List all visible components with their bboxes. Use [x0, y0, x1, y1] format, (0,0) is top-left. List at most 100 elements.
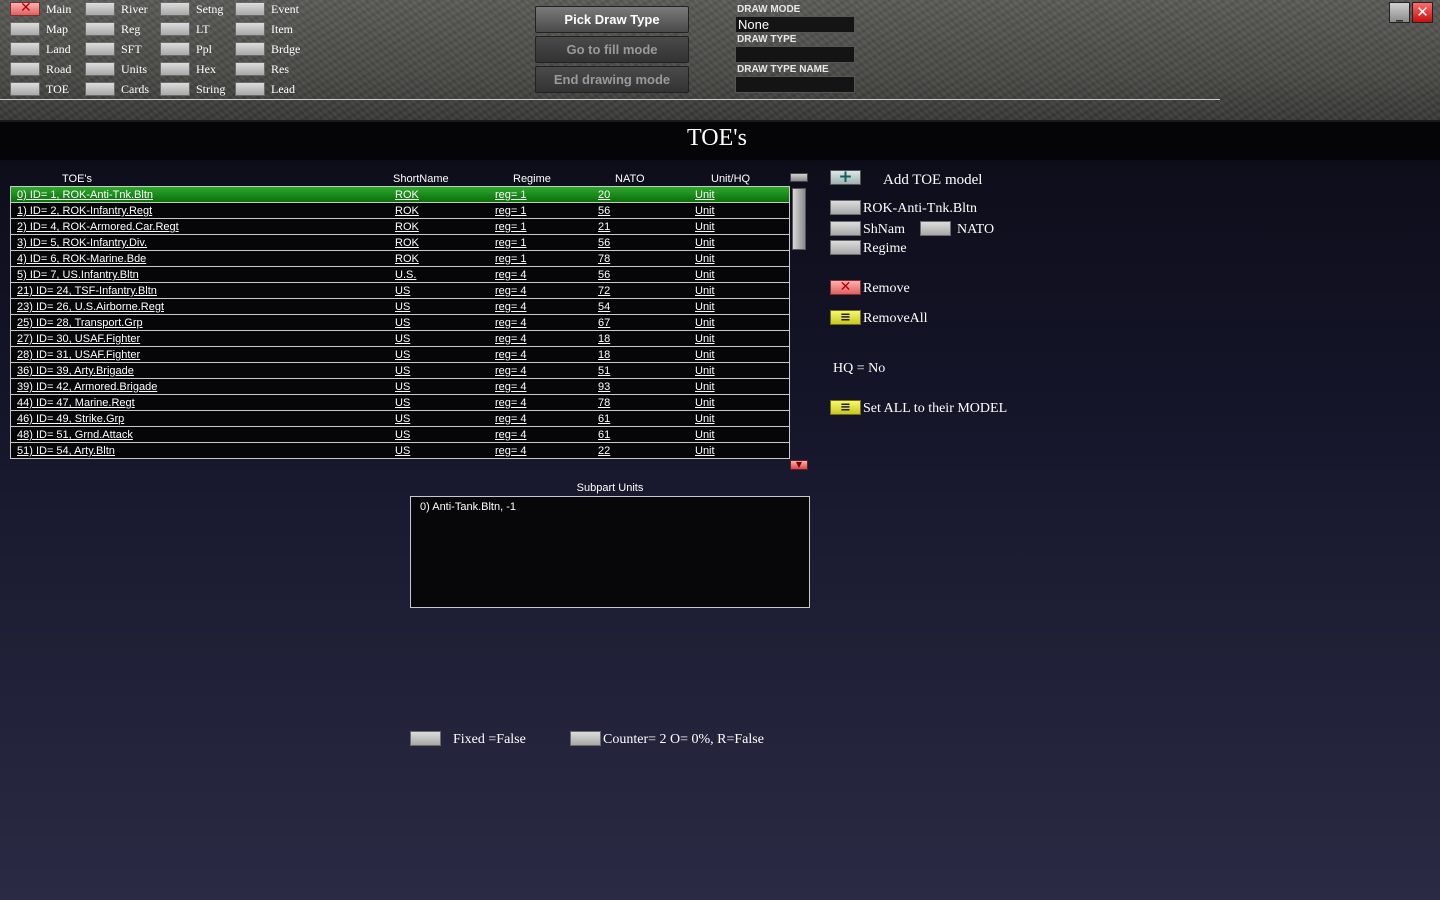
- close-icon: ✕: [839, 279, 852, 295]
- nato-cell: 61: [598, 429, 611, 441]
- col-header-regime: Regime: [513, 173, 551, 185]
- minimize-button[interactable]: _: [1389, 2, 1410, 23]
- nav-toggle-item[interactable]: [235, 22, 265, 36]
- go-to-fill-mode-button[interactable]: Go to fill mode: [535, 36, 689, 63]
- table-row[interactable]: 27) ID= 30, USAF.Fighter US reg= 4 18 Unit: [11, 331, 789, 347]
- toe-name-cell: 25) ID= 28, Transport.Grp: [17, 317, 143, 329]
- table-row[interactable]: 46) ID= 49, Strike.Grp US reg= 4 61 Unit: [11, 411, 789, 427]
- regime-cell: reg= 1: [495, 189, 527, 201]
- shortname-cell: US: [395, 317, 411, 329]
- toe-name-cell: 36) ID= 39, Arty.Brigade: [17, 365, 134, 377]
- nav-toggle-units[interactable]: [85, 62, 115, 76]
- table-row[interactable]: 51) ID= 54, Arty.Bltn US reg= 4 22 Unit: [11, 443, 789, 458]
- scroll-up-button[interactable]: [790, 173, 808, 182]
- scrollbar-thumb[interactable]: [792, 188, 806, 250]
- unit-hq-cell: Unit: [695, 205, 715, 217]
- nav-toggle-river[interactable]: [85, 2, 115, 16]
- unit-hq-cell: Unit: [695, 333, 715, 345]
- edit-regime-button[interactable]: [830, 240, 861, 255]
- nav-toggle-toe[interactable]: [10, 82, 40, 96]
- fixed-toggle-button[interactable]: [410, 731, 441, 746]
- nav-toggle-ppl[interactable]: [160, 42, 190, 56]
- nav-label: Reg: [121, 22, 141, 36]
- table-row[interactable]: 44) ID= 47, Marine.Regt US reg= 4 78 Unit: [11, 395, 789, 411]
- regime-cell: reg= 4: [495, 381, 527, 393]
- regime-cell: reg= 1: [495, 253, 527, 265]
- table-row[interactable]: 5) ID= 7, US.Infantry.Bltn U.S. reg= 4 56 Un…: [11, 267, 789, 283]
- shortname-cell: US: [395, 397, 411, 409]
- subpart-units-title: Subpart Units: [576, 482, 644, 494]
- nav-toggle-sft[interactable]: [85, 42, 115, 56]
- table-row[interactable]: 25) ID= 28, Transport.Grp US reg= 4 67 Unit: [11, 315, 789, 331]
- nav-toggle-lt[interactable]: [160, 22, 190, 36]
- table-row[interactable]: 3) ID= 5, ROK-Infantry.Div. ROK reg= 1 56 Un…: [11, 235, 789, 251]
- nav-label: River: [121, 2, 148, 16]
- toe-name-cell: 23) ID= 26, U.S.Airborne.Regt: [17, 301, 165, 313]
- nav-label: SFT: [121, 42, 142, 56]
- toe-list[interactable]: 0) ID= 1, ROK-Anti-Tnk.Bltn ROK reg= 1 20 Un…: [10, 186, 790, 459]
- nato-cell: 51: [598, 365, 611, 377]
- shortname-cell: U.S.: [395, 269, 417, 281]
- regime-cell: reg= 4: [495, 301, 527, 313]
- table-row[interactable]: 48) ID= 51, Grnd.Attack US reg= 4 61 Unit: [11, 427, 789, 443]
- close-button[interactable]: ✕: [1412, 2, 1433, 23]
- nav-toggle-land[interactable]: [10, 42, 40, 56]
- nav-label: TOE: [46, 82, 70, 96]
- nav-toggle-brdge[interactable]: [235, 42, 265, 56]
- shortname-cell: US: [395, 381, 411, 393]
- edit-name-button[interactable]: [830, 200, 861, 215]
- regime-cell: reg= 4: [495, 333, 527, 345]
- nav-toggle-map[interactable]: [10, 22, 40, 36]
- subpart-units-list[interactable]: 0) Anti-Tank.Bltn, -1: [410, 496, 810, 608]
- list-item[interactable]: 0) Anti-Tank.Bltn, -1: [420, 501, 516, 513]
- scroll-down-button[interactable]: ▼: [790, 460, 808, 470]
- add-toe-model-button[interactable]: +: [830, 167, 861, 187]
- table-row[interactable]: 36) ID= 39, Arty.Brigade US reg= 4 51 Unit: [11, 363, 789, 379]
- regime-cell: reg= 4: [495, 365, 527, 377]
- nato-cell: 93: [598, 381, 611, 393]
- nav-label: Map: [46, 22, 68, 36]
- nav-label: Setng: [196, 2, 224, 16]
- toe-name-cell: 2) ID= 4, ROK-Armored.Car.Regt: [17, 221, 179, 233]
- toe-name-label: ROK-Anti-Tnk.Bltn: [863, 201, 977, 216]
- remove-all-button[interactable]: ≡: [830, 310, 861, 325]
- table-row[interactable]: 4) ID= 6, ROK-Marine.Bde ROK reg= 1 78 Unit: [11, 251, 789, 267]
- nav-toggle-reg[interactable]: [85, 22, 115, 36]
- nav-label: String: [196, 82, 226, 96]
- regime-label: Regime: [863, 241, 907, 256]
- nav-toggle-hex[interactable]: [160, 62, 190, 76]
- nav-toggle-setng[interactable]: [160, 2, 190, 16]
- edit-nato-button[interactable]: [920, 221, 951, 236]
- pick-draw-type-button[interactable]: Pick Draw Type: [535, 6, 689, 33]
- toe-name-cell: 3) ID= 5, ROK-Infantry.Div.: [17, 237, 148, 249]
- table-row[interactable]: 23) ID= 26, U.S.Airborne.Regt US reg= 4 54 U…: [11, 299, 789, 315]
- nav-label: Item: [271, 22, 293, 36]
- nav-toggle-string[interactable]: [160, 82, 190, 96]
- end-drawing-mode-button[interactable]: End drawing mode: [535, 66, 689, 93]
- table-row[interactable]: 1) ID= 2, ROK-Infantry.Regt ROK reg= 1 56 Un…: [11, 203, 789, 219]
- set-all-to-model-button[interactable]: ≡: [830, 400, 861, 415]
- table-row[interactable]: 28) ID= 31, USAF.Fighter US reg= 4 18 Unit: [11, 347, 789, 363]
- table-row[interactable]: 21) ID= 24, TSF-Infantry.Bltn US reg= 4 72 U…: [11, 283, 789, 299]
- equals-icon: ≡: [840, 310, 851, 325]
- remove-button[interactable]: ✕: [830, 279, 861, 295]
- minimize-icon: _: [1396, 6, 1403, 22]
- toe-name-cell: 4) ID= 6, ROK-Marine.Bde: [17, 253, 147, 265]
- nav-toggle-res[interactable]: [235, 62, 265, 76]
- nav-toggle-event[interactable]: [235, 2, 265, 16]
- table-row[interactable]: 2) ID= 4, ROK-Armored.Car.Regt ROK reg= 1 2…: [11, 219, 789, 235]
- edit-shortname-button[interactable]: [830, 221, 861, 236]
- toe-name-cell: 48) ID= 51, Grnd.Attack: [17, 429, 133, 441]
- nav-toggle-road[interactable]: [10, 62, 40, 76]
- table-row[interactable]: 39) ID= 42, Armored.Brigade US reg= 4 93 Uni…: [11, 379, 789, 395]
- toe-name-cell: 28) ID= 31, USAF.Fighter: [17, 349, 141, 361]
- unit-hq-cell: Unit: [695, 253, 715, 265]
- unit-hq-cell: Unit: [695, 445, 715, 457]
- nav-toggle-lead[interactable]: [235, 82, 265, 96]
- draw-type-label: DRAW TYPE: [737, 34, 797, 45]
- counter-button[interactable]: [570, 731, 601, 746]
- nav-toggle-cards[interactable]: [85, 82, 115, 96]
- nav-toggle-main[interactable]: ✕: [10, 0, 40, 16]
- regime-cell: reg= 1: [495, 205, 527, 217]
- table-row[interactable]: 0) ID= 1, ROK-Anti-Tnk.Bltn ROK reg= 1 20 Un…: [11, 187, 789, 203]
